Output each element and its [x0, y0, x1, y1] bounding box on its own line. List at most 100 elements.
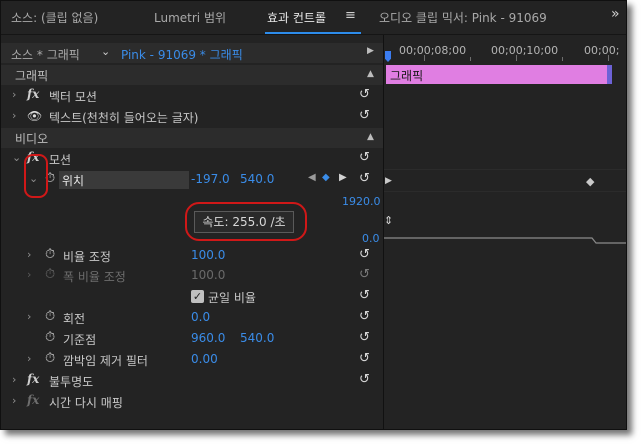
stopwatch-icon[interactable]: ⏱: [45, 309, 55, 324]
reset-icon[interactable]: ↺: [359, 247, 370, 262]
reset-icon[interactable]: ↺: [359, 309, 370, 324]
keyframe-diamond-icon[interactable]: ◆: [586, 175, 594, 188]
tab-effect-controls[interactable]: 효과 컨트롤: [267, 9, 326, 26]
anchor-y-value[interactable]: 540.0: [240, 331, 274, 345]
stopwatch-icon[interactable]: ⏱: [45, 351, 55, 366]
tab-overflow-icon[interactable]: »: [611, 6, 620, 22]
ruler-tick: [562, 57, 563, 61]
tab-lumetri-scopes[interactable]: Lumetri 범위: [154, 9, 226, 26]
property-row-uniform-scale[interactable]: ✓ 균일 비율 ↺: [1, 287, 383, 307]
time-ruler[interactable]: 00;00;08;00 00;00;10;00 00;00;: [384, 35, 626, 62]
reset-icon[interactable]: ↺: [359, 150, 370, 165]
chevron-right-icon[interactable]: ›: [12, 373, 16, 386]
panel-tab-bar: 소스: (클립 없음) Lumetri 범위 효과 컨트롤 ≡ 오디오 클립 믹…: [1, 1, 626, 35]
lane-separator: [384, 169, 626, 170]
fx-icon[interactable]: fx: [27, 372, 39, 386]
property-row-scale-width: › ⏱ 폭 비율 조정 100.0 ↺: [1, 266, 383, 286]
property-row-scale[interactable]: › ⏱ 비율 조정 100.0 ↺: [1, 246, 383, 266]
scale-value[interactable]: 100.0: [191, 248, 225, 262]
position-label-field[interactable]: 위치: [59, 171, 189, 189]
lane-separator: [384, 191, 626, 192]
property-label: 회전: [63, 312, 86, 326]
eye-icon[interactable]: 👁: [27, 109, 42, 123]
effect-label: 시간 다시 매핑: [49, 396, 123, 410]
effect-properties-panel: 소스 * 그래픽 ⌄ Pink - 91069 * 그래픽 ▶ 그래픽 ▲ › …: [1, 35, 383, 429]
chevron-right-icon[interactable]: ›: [27, 310, 31, 323]
property-label: 폭 비율 조정: [63, 270, 126, 284]
graphic-clip-bar[interactable]: 그래픽: [386, 65, 612, 84]
effect-row-opacity[interactable]: › fx 불투명도 ↺: [1, 371, 383, 391]
reset-icon[interactable]: ↺: [359, 351, 370, 366]
section-video[interactable]: 비디오 ▲: [1, 128, 383, 148]
chevron-down-icon[interactable]: ⌄: [101, 45, 110, 58]
section-video-label: 비디오: [15, 132, 49, 146]
add-keyframe-icon[interactable]: ◆: [322, 172, 330, 183]
clip-end-handle[interactable]: [607, 65, 612, 84]
reset-icon: ↺: [359, 267, 370, 282]
fx-icon[interactable]: fx: [27, 393, 39, 407]
panel-menu-icon[interactable]: ≡: [345, 8, 356, 23]
stopwatch-icon[interactable]: ⏱: [45, 330, 55, 345]
reset-icon[interactable]: ↺: [359, 288, 370, 303]
reset-icon[interactable]: ↺: [359, 330, 370, 345]
property-label: 비율 조정: [63, 250, 111, 264]
keyframe-edge-icon[interactable]: ▶: [385, 176, 392, 186]
effect-row-vector-motion[interactable]: › fx 벡터 모션 ↺: [1, 86, 383, 106]
section-graphics[interactable]: 그래픽 ▲: [1, 65, 383, 85]
property-row-position[interactable]: ⌄ ⏱ 위치 -197.0 540.0 ◀ ◆ ▶ ↺: [1, 170, 383, 190]
timecode-label: 00;00;10;00: [491, 44, 559, 57]
effect-row-text[interactable]: › 👁 텍스트(천천히 들어오는 글자) ↺: [1, 107, 383, 127]
source-label: 소스 * 그래픽: [11, 48, 80, 62]
position-y-value[interactable]: 540.0: [240, 172, 274, 186]
effect-label: 텍스트(천천히 들어오는 글자): [49, 111, 199, 125]
position-x-value[interactable]: -197.0: [191, 172, 230, 186]
ruler-tick: [470, 57, 471, 61]
scale-width-value: 100.0: [191, 268, 226, 282]
tab-source[interactable]: 소스: (클립 없음): [11, 9, 98, 26]
effect-row-time-remap[interactable]: › fx 시간 다시 매핑: [1, 392, 383, 412]
timecode-label: 00;00;08;00: [399, 44, 467, 57]
property-label: 균일 비율: [208, 291, 256, 305]
graph-resize-icon[interactable]: ⇕: [384, 214, 393, 227]
play-clip-icon[interactable]: ▶: [367, 46, 374, 56]
property-row-anti-flicker[interactable]: › ⏱ 깜박임 제거 필터 0.00 ↺: [1, 350, 383, 370]
ruler-tick: [516, 55, 517, 61]
stopwatch-icon: ⏱: [45, 267, 56, 282]
uniform-scale-checkbox[interactable]: ✓: [191, 290, 204, 303]
playhead-icon[interactable]: [385, 51, 391, 62]
rotation-value[interactable]: 0.0: [191, 310, 210, 324]
property-label: 기준점: [63, 333, 97, 347]
reset-icon[interactable]: ↺: [359, 108, 370, 123]
section-graphics-label: 그래픽: [15, 69, 49, 83]
collapse-section-icon[interactable]: ▲: [367, 69, 374, 79]
highlight-ring-toggle: [24, 154, 48, 198]
fx-icon[interactable]: fx: [27, 87, 39, 101]
anti-flicker-value[interactable]: 0.00: [191, 352, 218, 366]
chevron-right-icon[interactable]: ›: [12, 88, 16, 101]
reset-icon[interactable]: ↺: [359, 171, 370, 186]
effect-label: 불투명도: [49, 375, 94, 389]
chevron-right-icon[interactable]: ›: [12, 394, 16, 407]
prev-keyframe-icon[interactable]: ◀: [308, 172, 316, 183]
chevron-right-icon[interactable]: ›: [27, 248, 31, 261]
effect-row-motion[interactable]: ⌄ fx 모션 ↺: [1, 149, 383, 169]
property-row-rotation[interactable]: › ⏱ 회전 0.0 ↺: [1, 308, 383, 328]
chevron-right-icon[interactable]: ›: [27, 352, 31, 365]
next-keyframe-icon[interactable]: ▶: [339, 172, 347, 183]
velocity-curve: [384, 237, 626, 244]
chevron-down-icon[interactable]: ⌄: [12, 151, 21, 164]
property-row-anchor-point[interactable]: ⏱ 기준점 960.0 540.0 ↺: [1, 329, 383, 349]
ruler-tick: [424, 55, 425, 61]
effect-controls-window: 소스: (클립 없음) Lumetri 범위 효과 컨트롤 ≡ 오디오 클립 믹…: [0, 0, 627, 430]
graph-max-value: 1920.0: [342, 195, 381, 208]
chevron-right-icon[interactable]: ›: [12, 109, 16, 122]
property-label: 위치: [62, 174, 85, 188]
stopwatch-icon[interactable]: ⏱: [45, 247, 55, 262]
reset-icon[interactable]: ↺: [359, 87, 370, 102]
clip-selector[interactable]: Pink - 91069 * 그래픽: [121, 46, 243, 63]
ruler-tick: [608, 55, 609, 61]
reset-icon[interactable]: ↺: [359, 372, 370, 387]
collapse-section-icon[interactable]: ▲: [367, 132, 374, 142]
tab-audio-clip-mixer[interactable]: 오디오 클립 믹서: Pink - 91069: [379, 9, 547, 26]
anchor-x-value[interactable]: 960.0: [191, 331, 225, 345]
